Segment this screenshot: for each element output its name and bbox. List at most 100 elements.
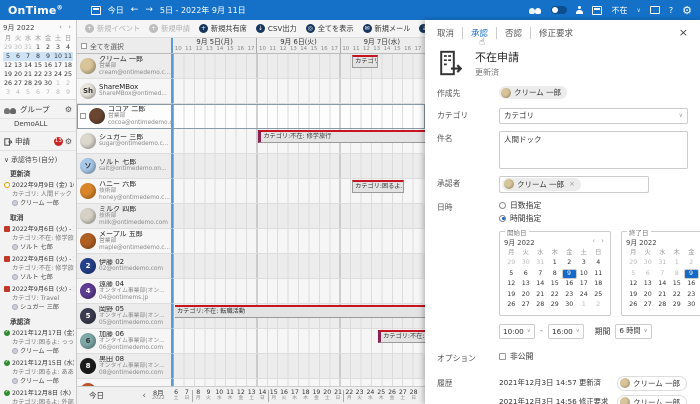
calendar-day[interactable]: 12 [626, 279, 641, 290]
scroller-day[interactable]: 7日 [181, 390, 192, 402]
calendar-day[interactable]: 8 [53, 88, 63, 97]
select-all-checkbox[interactable] [81, 43, 87, 49]
scroller-day[interactable]: 17水 [289, 390, 300, 402]
calendar-day[interactable]: 12 [3, 61, 13, 70]
calendar-day[interactable]: 1 [670, 258, 685, 269]
scroller-day[interactable]: 22月 [343, 390, 354, 402]
calendar-day[interactable]: 9 [63, 88, 73, 97]
history-person-chip[interactable]: クリーム 一郎 [617, 376, 687, 391]
calendar-day[interactable]: 30 [13, 43, 23, 52]
calendar-day[interactable]: 28 [533, 300, 548, 311]
scroller-day[interactable]: 20土 [322, 390, 333, 402]
history-person-chip[interactable]: クリーム 一郎 [617, 395, 687, 404]
toolbar-button-eye[interactable]: ◎全てを表示 [306, 24, 354, 34]
group-view-icon[interactable] [529, 6, 542, 14]
calendar-day[interactable]: 30 [684, 300, 699, 311]
schedule-event[interactable]: カテゴリ... [352, 55, 378, 68]
approver-input[interactable]: クリーム 一郎× [499, 176, 649, 193]
calendar-day[interactable]: 14 [655, 279, 670, 290]
toolbar-button-download[interactable]: ↓CSV出力 [256, 24, 297, 34]
schedule-event[interactable]: カテゴリ:不在: お... [378, 330, 425, 343]
toolbar-button-mail[interactable]: ✉新規メール [363, 24, 411, 34]
calendar-day[interactable]: 11 [63, 52, 73, 61]
timeline-cell[interactable] [173, 79, 423, 104]
calendar-day[interactable]: 16 [684, 279, 699, 290]
scroller-day[interactable]: 28日 [408, 390, 419, 402]
calendar-day[interactable]: 8 [670, 269, 685, 280]
timeline-cell[interactable] [173, 154, 423, 179]
calendar-day[interactable]: 29 [3, 43, 13, 52]
calendar-day[interactable]: 30 [519, 258, 534, 269]
time-to-select[interactable]: 16:00∨ [548, 324, 584, 339]
display-icon[interactable] [650, 6, 660, 14]
request-list-item[interactable]: 2022年9月6日 (火) - 2022年9...カテゴリ:不在: 修学旅行ソル… [0, 253, 76, 283]
calendar-day[interactable]: 23 [684, 290, 699, 301]
calendar-day[interactable]: 29 [626, 258, 641, 269]
day-header[interactable]: 9月 7日(水)1011121314151617 [340, 38, 423, 53]
today-button[interactable]: 今日 [108, 5, 124, 16]
scroller-day[interactable]: 18木 [300, 390, 311, 402]
mini-calendar-nav[interactable]: ‹ › [59, 23, 73, 33]
scroller-day[interactable]: 14日 [257, 390, 268, 402]
calendar-day[interactable]: 11 [591, 269, 606, 280]
calendar-day[interactable]: 5 [626, 269, 641, 280]
calendar-day[interactable]: 2 [43, 43, 53, 52]
schedule-event[interactable]: カテゴリ:不在: 修学旅行 [258, 130, 425, 143]
toolbar-button-plus[interactable]: +新規共有席 [199, 24, 247, 34]
timeline-cell[interactable] [173, 379, 423, 386]
calendar-day[interactable]: 17 [577, 279, 592, 290]
timeline-cell[interactable] [173, 279, 423, 304]
calendar-day[interactable]: 1 [53, 79, 63, 88]
calendar-day[interactable]: 21 [23, 70, 33, 79]
private-checkbox-row[interactable]: 非公開 [499, 351, 688, 362]
duration-select[interactable]: 6 時間∨ [615, 324, 651, 339]
requests-section-header[interactable]: 申請 13 ⚙ [0, 132, 76, 151]
calendar-day[interactable]: 1 [33, 43, 43, 52]
calendar-today-icon[interactable] [91, 6, 101, 15]
scroller-day[interactable]: 21日 [333, 390, 344, 402]
creator-chip[interactable]: クリーム 一郎 [499, 86, 567, 99]
day-header[interactable]: 9月 5日(月)1011121314151617 [173, 38, 256, 53]
calendar-day[interactable]: 19 [626, 290, 641, 301]
calendar-day[interactable]: 10 [577, 269, 592, 280]
calendar-day[interactable]: 29 [670, 300, 685, 311]
subject-textarea[interactable]: 人間ドック [499, 131, 688, 169]
user-row[interactable]: 8黒田 08オンタイム事業部(オン...08@ontimedemo.com [77, 354, 425, 379]
calendar-day[interactable]: 29 [33, 79, 43, 88]
calendar-day[interactable]: 30 [43, 79, 53, 88]
calendar-day[interactable]: 5 [3, 52, 13, 61]
calendar-day[interactable]: 24 [53, 70, 63, 79]
category-select[interactable]: カテゴリ∨ [499, 108, 688, 124]
action-button[interactable]: 否認 [496, 27, 530, 39]
calendar-day[interactable]: 20 [641, 290, 656, 301]
user-row[interactable]: ココア 二郎営業部cocoa@ontimedemo.c... [77, 104, 425, 129]
scroller-day[interactable]: 15月 [268, 390, 279, 402]
calendar-day[interactable]: 31 [23, 43, 33, 52]
person-view-icon[interactable] [576, 6, 583, 14]
scroller-today-button[interactable]: 今日 [83, 389, 110, 402]
user-row[interactable]: ミルク 四郎技術部milk@ontimedemo.com [77, 204, 425, 229]
calendar-day[interactable]: 28 [23, 79, 33, 88]
scroller-day[interactable]: 24水 [365, 390, 376, 402]
calendar-day[interactable]: 8 [33, 52, 43, 61]
scroller-day[interactable]: 23火 [354, 390, 365, 402]
user-row[interactable]: 6加藤 06オンタイム事業部(オン...06@ontimedemo.com [77, 329, 425, 354]
calendar-day[interactable]: 7 [23, 52, 33, 61]
user-row[interactable]: ソソルト 七郎salt@ontimedemo.on... [77, 154, 425, 179]
calendar-day[interactable]: 26 [3, 79, 13, 88]
calendar-day[interactable]: 1 [577, 300, 592, 311]
calendar-day[interactable]: 27 [641, 300, 656, 311]
timeline-cell[interactable] [173, 54, 423, 79]
calendar-day[interactable]: 13 [519, 279, 534, 290]
calendar-day[interactable]: 10 [53, 52, 63, 61]
calendar-nav[interactable]: ‹ › [592, 237, 606, 247]
request-list-item[interactable]: 2022年9月6日 (火) - 2022年9...カテゴリ: Travelシュガ… [0, 283, 76, 313]
radio-time[interactable]: 時間指定 [499, 213, 700, 224]
radio-days[interactable]: 日数指定 [499, 200, 700, 211]
calendar-day[interactable]: 7 [655, 269, 670, 280]
scroller-back-icon[interactable]: ‹ [142, 391, 146, 401]
help-button[interactable]: ? [669, 6, 673, 15]
calendar-day[interactable]: 21 [533, 290, 548, 301]
calendar-day[interactable]: 28 [655, 300, 670, 311]
timeline-cell[interactable] [173, 254, 423, 279]
